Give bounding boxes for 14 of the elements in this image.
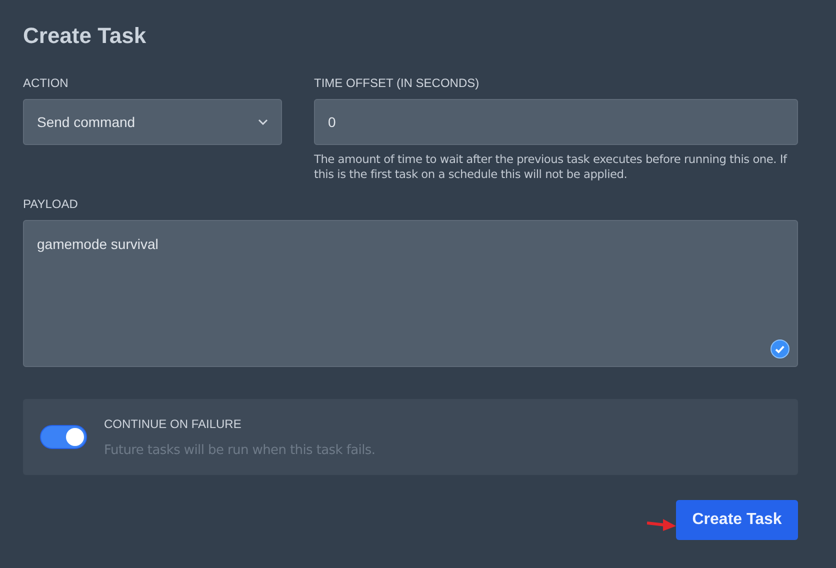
- arrow-icon: [647, 518, 677, 532]
- field-label: PAYLOAD: [23, 197, 79, 211]
- help-text: The amount of time to wait after the previous task executes before running this one. If this is the first task on a schedule this will not be applied.: [314, 152, 788, 182]
- check-icon: [770, 339, 790, 359]
- action-select[interactable]: Send command: [23, 99, 282, 145]
- input-field[interactable]: 0: [314, 99, 798, 145]
- option-label: CONTINUE ON FAILURE: [104, 416, 242, 430]
- create-task-button[interactable]: Create Task: [676, 500, 798, 540]
- field-label: ACTION: [23, 76, 70, 90]
- toggle-switch[interactable]: [40, 425, 87, 449]
- page-title: Create Task: [23, 22, 148, 50]
- text-area[interactable]: gamemode survival: [23, 220, 798, 367]
- field-label: TIME OFFSET (IN SECONDS): [314, 76, 480, 90]
- chevron-down-icon: [258, 119, 268, 125]
